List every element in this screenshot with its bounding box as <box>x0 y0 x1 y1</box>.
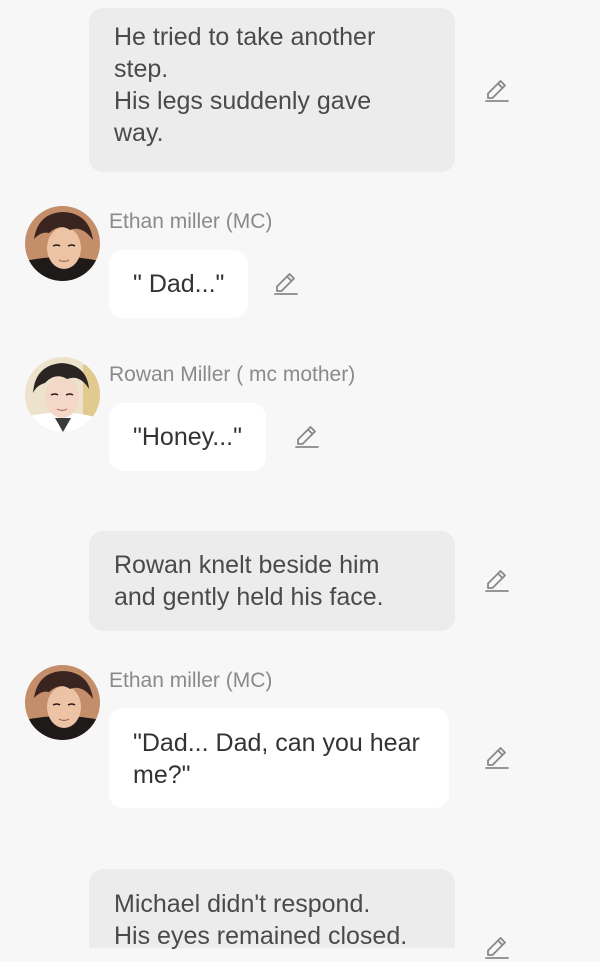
pencil-icon[interactable] <box>293 423 321 451</box>
pencil-icon[interactable] <box>483 744 511 772</box>
pencil-icon[interactable] <box>483 77 511 105</box>
pencil-icon[interactable] <box>483 567 511 595</box>
character-name: Ethan miller (MC) <box>109 669 273 692</box>
dialogue-bubble: "Honey..." <box>109 403 266 471</box>
message-text-line: Michael didn't respond. <box>114 890 371 918</box>
rowan-avatar[interactable] <box>25 357 100 432</box>
message-text-line: step. <box>114 55 169 83</box>
message-text-line: and gently held his face. <box>114 583 384 611</box>
ethan-avatar[interactable] <box>25 206 100 281</box>
message-text-line: "Dad... Dad, can you hear <box>133 729 420 757</box>
message-text-line: way. <box>114 119 164 147</box>
character-name: Rowan Miller ( mc mother) <box>109 363 356 386</box>
narration-bubble: Michael didn't respond. His eyes remaine… <box>89 869 455 950</box>
message-text-line: "Honey..." <box>133 423 242 451</box>
message-text-line: Rowan knelt beside him <box>114 551 380 579</box>
message-text-line: " Dad..." <box>133 270 225 298</box>
message-text-line: His legs suddenly gave <box>114 87 372 115</box>
pencil-icon[interactable] <box>483 934 511 962</box>
ethan-avatar[interactable] <box>25 665 100 740</box>
character-name: Ethan miller (MC) <box>109 210 273 233</box>
message-text-line: He tried to take another <box>114 23 376 51</box>
message-text-line: His eyes remained closed. <box>114 922 408 950</box>
message-text-line: me?" <box>133 761 191 789</box>
narration-bubble: Rowan knelt beside him and gently held h… <box>89 531 455 631</box>
dialogue-bubble: " Dad..." <box>109 250 249 318</box>
narration-bubble: He tried to take another step. His legs … <box>89 8 455 172</box>
pencil-icon[interactable] <box>272 270 300 298</box>
dialogue-bubble: "Dad... Dad, can you hear me?" <box>109 708 449 808</box>
